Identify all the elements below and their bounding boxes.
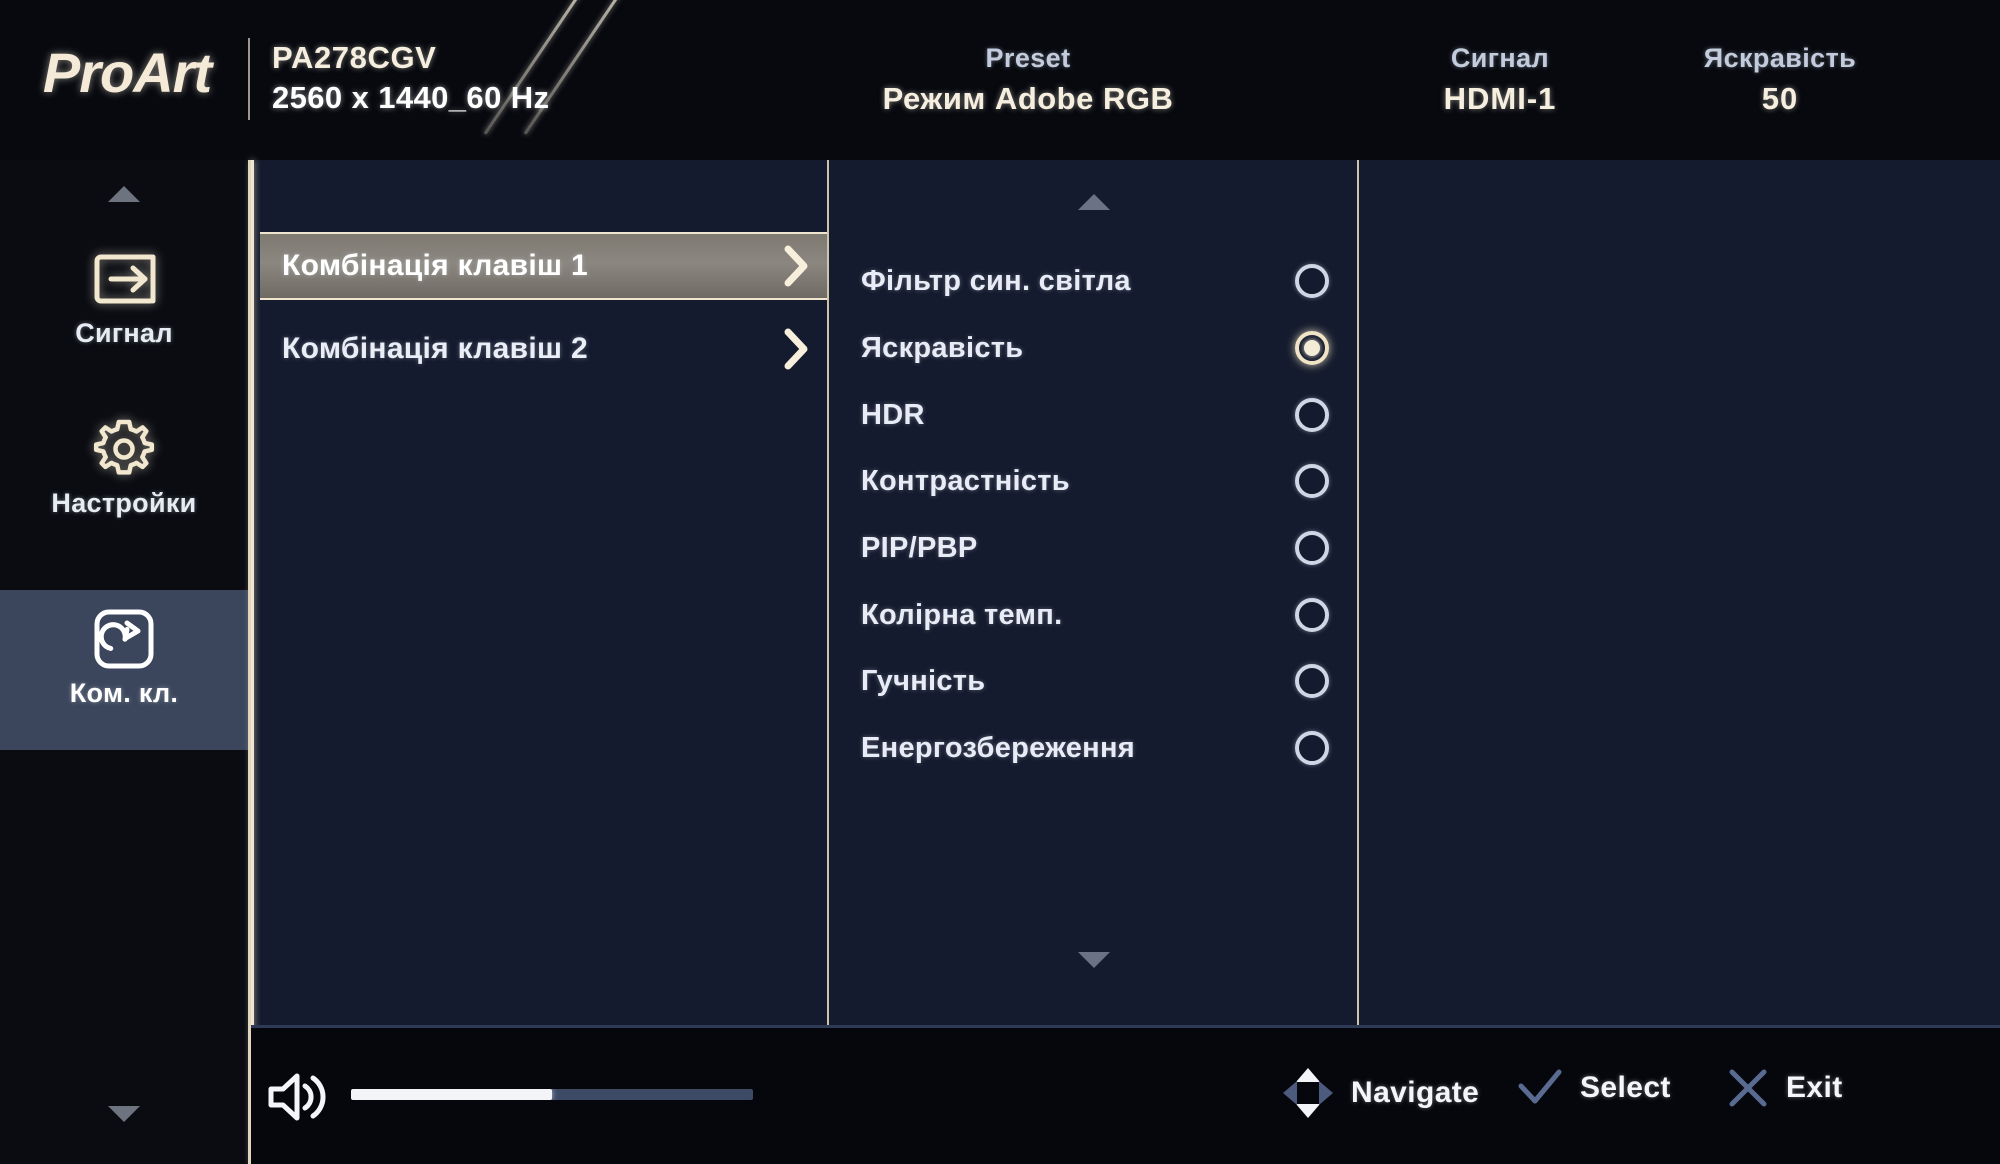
hint-label: Select <box>1580 1071 1671 1104</box>
radio-button[interactable] <box>1295 398 1329 432</box>
check-icon <box>1516 1066 1564 1110</box>
radio-button-selected[interactable] <box>1295 331 1329 365</box>
option-label: HDR <box>861 398 925 431</box>
sidebar-scroll-up-icon[interactable] <box>0 180 248 210</box>
proart-logo: ProArt <box>42 41 212 104</box>
option-row[interactable]: Контрастність <box>829 448 1359 514</box>
option-label: Фільтр син. світла <box>861 264 1131 297</box>
preset-value: Режим Adobe RGB <box>882 81 1174 116</box>
radio-button[interactable] <box>1295 464 1329 498</box>
gear-icon <box>0 412 248 486</box>
sidebar-item-label: Сигнал <box>75 318 173 348</box>
volume-slider-fill <box>351 1089 552 1100</box>
monitor-osd-screen: ProArt PA278CGV 2560 x 1440_60 Hz Preset… <box>0 0 2000 1164</box>
volume-slider[interactable] <box>351 1089 753 1100</box>
shortcut-menu-list: Комбінація клавіш 1 Комбінація клавіш 2 <box>251 160 829 1025</box>
options-scroll-up-icon[interactable] <box>829 192 1359 212</box>
osd-main-panel: Комбінація клавіш 1 Комбінація клавіш 2 <box>248 160 2000 1164</box>
sidebar-item-shortcut-keys[interactable]: Ком. кл. <box>0 590 248 750</box>
osd-header: ProArt PA278CGV 2560 x 1440_60 Hz Preset… <box>0 0 2000 160</box>
header-stat-preset: Preset Режим Adobe RGB <box>868 38 1188 120</box>
option-label: Яскравість <box>861 331 1024 364</box>
sidebar-scroll-down-icon[interactable] <box>0 1100 248 1130</box>
hint-select[interactable]: Select <box>1516 1066 1671 1110</box>
input-signal-icon <box>0 242 248 316</box>
radio-button[interactable] <box>1295 731 1329 765</box>
menu-item-label: Комбінація клавіш 2 <box>282 332 588 365</box>
header-stat-signal: Сигнал HDMI-1 <box>1380 38 1620 120</box>
option-row[interactable]: Фільтр син. світла <box>829 248 1359 314</box>
option-row[interactable]: Енергозбереження <box>829 715 1359 781</box>
speaker-volume-icon[interactable] <box>263 1066 333 1128</box>
monitor-model-info: PA278CGV 2560 x 1440_60 Hz <box>272 38 549 118</box>
menu-item-shortcut-1[interactable]: Комбінація клавіш 1 <box>260 232 827 300</box>
menu-item-label: Комбінація клавіш 1 <box>282 249 588 282</box>
hint-label: Exit <box>1786 1071 1843 1104</box>
sidebar-item-settings[interactable]: Настройки <box>0 412 248 562</box>
sidebar-item-label: Настройки <box>51 488 197 518</box>
option-row[interactable]: HDR <box>829 382 1359 448</box>
brightness-label: Яскравість <box>1703 43 1857 73</box>
option-label: Контрастність <box>861 464 1070 497</box>
header-stat-brightness: Яскравість 50 <box>1660 38 1900 120</box>
osd-footer: Navigate Select Exit <box>251 1025 2000 1164</box>
signal-value: HDMI-1 <box>1443 81 1557 116</box>
signal-label: Сигнал <box>1450 43 1550 73</box>
resolution-refresh: 2560 x 1440_60 Hz <box>272 80 550 115</box>
close-x-icon <box>1726 1066 1770 1110</box>
brightness-value: 50 <box>1761 81 1799 116</box>
sidebar-item-signal[interactable]: Сигнал <box>0 242 248 392</box>
hint-navigate[interactable]: Navigate <box>1281 1066 1479 1120</box>
options-scroll-down-icon[interactable] <box>829 950 1359 970</box>
option-row[interactable]: Колірна темп. <box>829 582 1359 648</box>
preset-label: Preset <box>985 43 1071 73</box>
osd-sidebar: Сигнал Настройки Ком. кл. <box>0 160 248 1164</box>
radio-button[interactable] <box>1295 598 1329 632</box>
option-label: Колірна темп. <box>861 598 1063 631</box>
option-label: Гучність <box>861 664 986 697</box>
chevron-right-icon <box>783 245 809 287</box>
radio-button[interactable] <box>1295 531 1329 565</box>
sidebar-item-label: Ком. кл. <box>69 678 179 708</box>
hint-exit[interactable]: Exit <box>1726 1066 1843 1110</box>
radio-button[interactable] <box>1295 264 1329 298</box>
header-divider <box>248 38 250 120</box>
shortcut-options-list: Фільтр син. світла Яскравість HDR Контра… <box>829 160 1359 1025</box>
option-label: PIP/PBP <box>861 531 978 564</box>
option-label: Енергозбереження <box>861 731 1135 764</box>
chevron-right-icon <box>783 328 809 370</box>
menu-item-shortcut-2[interactable]: Комбінація клавіш 2 <box>260 315 827 383</box>
option-row[interactable]: PIP/PBP <box>829 515 1359 581</box>
model-name: PA278CGV <box>272 40 437 75</box>
hint-label: Navigate <box>1351 1076 1480 1109</box>
option-row[interactable]: Яскравість <box>829 315 1359 381</box>
option-row[interactable]: Гучність <box>829 648 1359 714</box>
dpad-navigate-icon <box>1281 1066 1335 1120</box>
radio-button[interactable] <box>1295 664 1329 698</box>
shortcut-redo-icon <box>0 602 248 676</box>
detail-panel-empty <box>1361 160 2000 1025</box>
